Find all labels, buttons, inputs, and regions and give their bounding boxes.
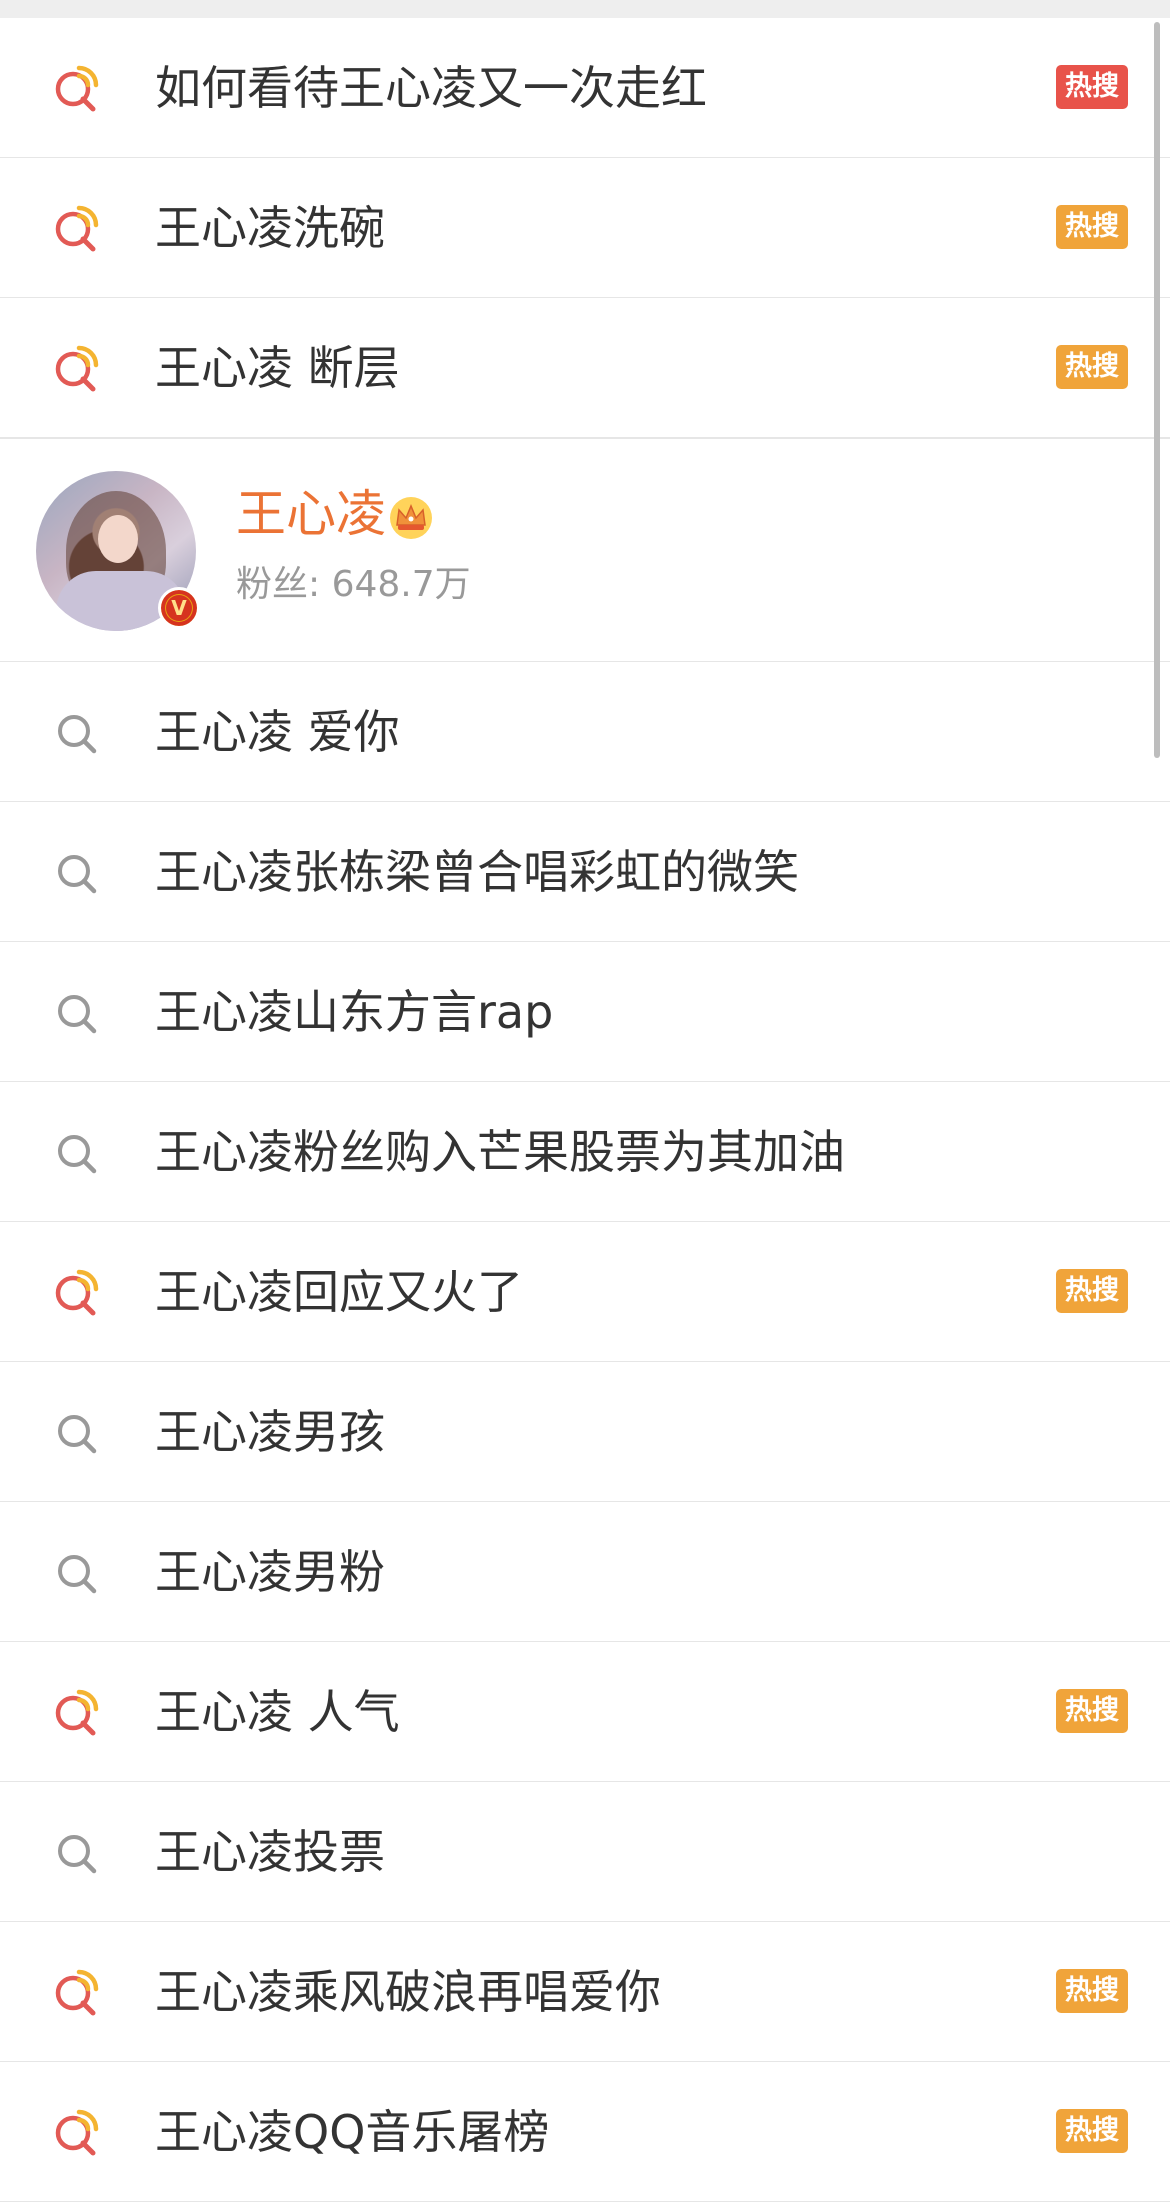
suggestion-text: 王心凌投票 — [155, 1825, 385, 1879]
hot-badge: 热搜 — [1056, 65, 1128, 109]
top-strip — [0, 0, 1170, 18]
suggestion-row[interactable]: 王心凌男孩 — [0, 1362, 1170, 1502]
verified-v-icon: V — [158, 587, 200, 629]
suggestion-row[interactable]: 王心凌QQ音乐屠榜 热搜 — [0, 2062, 1170, 2202]
search-icon — [52, 706, 102, 756]
profile-name[interactable]: 王心凌 — [236, 485, 386, 543]
suggestion-group-bottom: 王心凌 爱你王心凌张栋梁曾合唱彩虹的微笑 王心凌山东方言rap 王心凌粉丝购入芒果股… — [0, 662, 1170, 2202]
verified-mark: V — [166, 595, 192, 621]
search-icon — [52, 1126, 102, 1176]
hot-badge: 热搜 — [1056, 1689, 1128, 1733]
suggestion-row[interactable]: 王心凌洗碗 热搜 — [0, 158, 1170, 298]
suggestion-text: 王心凌张栋梁曾合唱彩虹的微笑 — [155, 845, 799, 899]
hot-search-icon — [52, 342, 102, 392]
search-icon — [52, 846, 102, 896]
suggestion-row[interactable]: 王心凌 断层 热搜 — [0, 298, 1170, 438]
suggestion-text: 王心凌男粉 — [155, 1545, 385, 1599]
suggestion-text: 如何看待王心凌又一次走红 — [155, 61, 707, 115]
search-suggestion-list: 如何看待王心凌又一次走红 热搜 王心凌洗碗 热搜 王心凌 断层 热搜 V 王心凌 粉丝: … — [0, 18, 1170, 2202]
suggestion-text: 王心凌 断层 — [155, 341, 400, 395]
fans-count: 粉丝: 648.7万 — [236, 564, 471, 605]
suggestion-row[interactable]: 王心凌张栋梁曾合唱彩虹的微笑 — [0, 802, 1170, 942]
hot-badge: 热搜 — [1056, 345, 1128, 389]
suggestion-group-top: 如何看待王心凌又一次走红 热搜 王心凌洗碗 热搜 王心凌 断层 热搜 — [0, 18, 1170, 438]
suggestion-row[interactable]: 如何看待王心凌又一次走红 热搜 — [0, 18, 1170, 158]
search-icon — [52, 986, 102, 1036]
hot-badge: 热搜 — [1056, 1269, 1128, 1313]
suggestion-text: 王心凌洗碗 — [155, 201, 385, 255]
suggestion-text: 王心凌 爱你 — [155, 705, 400, 759]
user-profile-row[interactable]: V 王心凌 粉丝: 648.7万 — [0, 438, 1170, 662]
hot-search-icon — [52, 1686, 102, 1736]
hot-search-icon — [52, 2106, 102, 2156]
profile-name-line[interactable]: 王心凌 — [236, 481, 434, 547]
suggestion-row[interactable]: 王心凌 人气 热搜 — [0, 1642, 1170, 1782]
suggestion-text: 王心凌QQ音乐屠榜 — [155, 2105, 550, 2159]
avatar-face — [98, 515, 138, 563]
suggestion-row[interactable]: 王心凌山东方言rap — [0, 942, 1170, 1082]
crown-icon — [388, 495, 434, 541]
suggestion-text: 王心凌回应又火了 — [155, 1265, 523, 1319]
suggestion-text: 王心凌 人气 — [155, 1685, 400, 1739]
search-icon — [52, 1826, 102, 1876]
scrollbar[interactable] — [1154, 22, 1160, 758]
suggestion-row[interactable]: 王心凌回应又火了 热搜 — [0, 1222, 1170, 1362]
hot-badge: 热搜 — [1056, 205, 1128, 249]
suggestion-text: 王心凌男孩 — [155, 1405, 385, 1459]
suggestion-row[interactable]: 王心凌男粉 — [0, 1502, 1170, 1642]
suggestion-text: 王心凌山东方言rap — [155, 985, 554, 1039]
suggestion-row[interactable]: 王心凌乘风破浪再唱爱你 热搜 — [0, 1922, 1170, 2062]
hot-search-icon — [52, 1966, 102, 2016]
suggestion-text: 王心凌乘风破浪再唱爱你 — [155, 1965, 661, 2019]
suggestion-row[interactable]: 王心凌 爱你 — [0, 662, 1170, 802]
search-icon — [52, 1546, 102, 1596]
suggestion-text: 王心凌粉丝购入芒果股票为其加油 — [155, 1125, 845, 1179]
hot-search-icon — [52, 1266, 102, 1316]
suggestion-row[interactable]: 王心凌粉丝购入芒果股票为其加油 — [0, 1082, 1170, 1222]
hot-search-icon — [52, 202, 102, 252]
suggestion-row[interactable]: 王心凌投票 — [0, 1782, 1170, 1922]
hot-search-icon — [52, 62, 102, 112]
hot-badge: 热搜 — [1056, 2109, 1128, 2153]
hot-badge: 热搜 — [1056, 1969, 1128, 2013]
search-icon — [52, 1406, 102, 1456]
